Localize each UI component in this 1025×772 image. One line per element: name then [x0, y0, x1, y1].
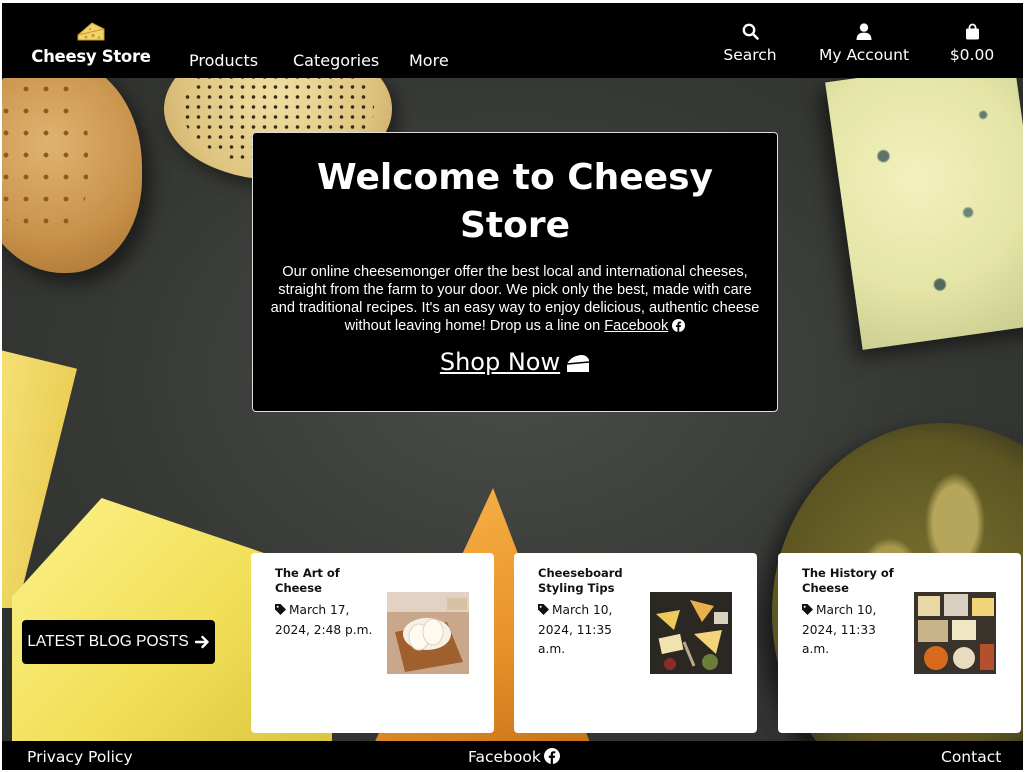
blog-card-image[interactable] [914, 592, 996, 674]
tag-icon [802, 604, 813, 615]
welcome-description: Our online cheesemonger offer the best l… [270, 264, 760, 334]
top-navbar: Cheesy Store Products Categories More Se… [2, 3, 1023, 78]
blog-card[interactable]: The Art of Cheese March 17, 2024, 2:48 p… [251, 553, 494, 733]
facebook-link[interactable]: Facebook [604, 318, 668, 334]
nav-categories[interactable]: Categories [293, 51, 379, 70]
privacy-policy-link[interactable]: Privacy Policy [27, 748, 133, 766]
blog-card-title[interactable]: The Art of Cheese [275, 566, 370, 596]
nav-more[interactable]: More [409, 51, 449, 70]
contact-link[interactable]: Contact [941, 748, 1001, 766]
blog-card-date: March 10, 2024, 11:33 a.m. [802, 601, 902, 660]
blog-card-date-text: March 10, 2024, 11:33 a.m. [802, 603, 877, 656]
blog-card-image[interactable] [387, 592, 469, 674]
tag-icon [275, 604, 286, 615]
blog-card[interactable]: Cheeseboard Styling Tips March 10, 2024,… [514, 553, 757, 733]
footer-facebook-link[interactable]: Facebook [468, 748, 560, 766]
cracker-image [2, 78, 142, 273]
welcome-text: Our online cheesemonger offer the best l… [269, 263, 761, 335]
welcome-box: Welcome to Cheesy Store Our online chees… [252, 132, 778, 412]
latest-blog-posts-button[interactable]: LATEST BLOG POSTS [22, 620, 215, 664]
shopping-bag-icon [965, 23, 979, 40]
latest-blog-posts-label: LATEST BLOG POSTS [27, 633, 189, 650]
brand-logo[interactable]: Cheesy Store [29, 20, 153, 66]
blog-card[interactable]: The History of Cheese March 10, 2024, 11… [778, 553, 1021, 733]
account-label: My Account [818, 46, 910, 64]
facebook-icon [672, 319, 686, 332]
nav-products[interactable]: Products [189, 51, 258, 70]
footer: Privacy Policy Facebook Contact [2, 741, 1023, 770]
footer-facebook-label: Facebook [468, 748, 541, 766]
shop-now-link[interactable]: Shop Now [440, 348, 590, 376]
account-button[interactable]: My Account [818, 23, 910, 64]
cart-button[interactable]: $0.00 [948, 23, 996, 64]
blog-card-image[interactable] [650, 592, 732, 674]
blue-cheese-image [825, 78, 1023, 350]
blog-card-title[interactable]: Cheeseboard Styling Tips [538, 566, 633, 596]
search-label: Search [723, 46, 777, 64]
tag-icon [538, 604, 549, 615]
cheese-slice-icon [567, 355, 590, 372]
facebook-icon [543, 748, 560, 764]
arrow-right-icon [194, 635, 209, 649]
cart-total: $0.00 [949, 46, 995, 64]
blog-card-date-text: March 10, 2024, 11:35 a.m. [538, 603, 613, 656]
search-button[interactable]: Search [722, 23, 778, 64]
blog-card-date: March 17, 2024, 2:48 p.m. [275, 601, 375, 640]
search-icon [742, 23, 759, 40]
blog-card-date: March 10, 2024, 11:35 a.m. [538, 601, 638, 660]
blog-card-date-text: March 17, 2024, 2:48 p.m. [275, 603, 373, 637]
brand-name: Cheesy Store [31, 47, 151, 66]
cheese-icon [77, 22, 105, 41]
page-frame: Cheesy Store Products Categories More Se… [2, 3, 1023, 770]
blog-card-title[interactable]: The History of Cheese [802, 566, 897, 596]
welcome-title: Welcome to Cheesy Store [317, 157, 713, 246]
shop-now-label: Shop Now [439, 348, 561, 376]
user-icon [856, 23, 872, 40]
